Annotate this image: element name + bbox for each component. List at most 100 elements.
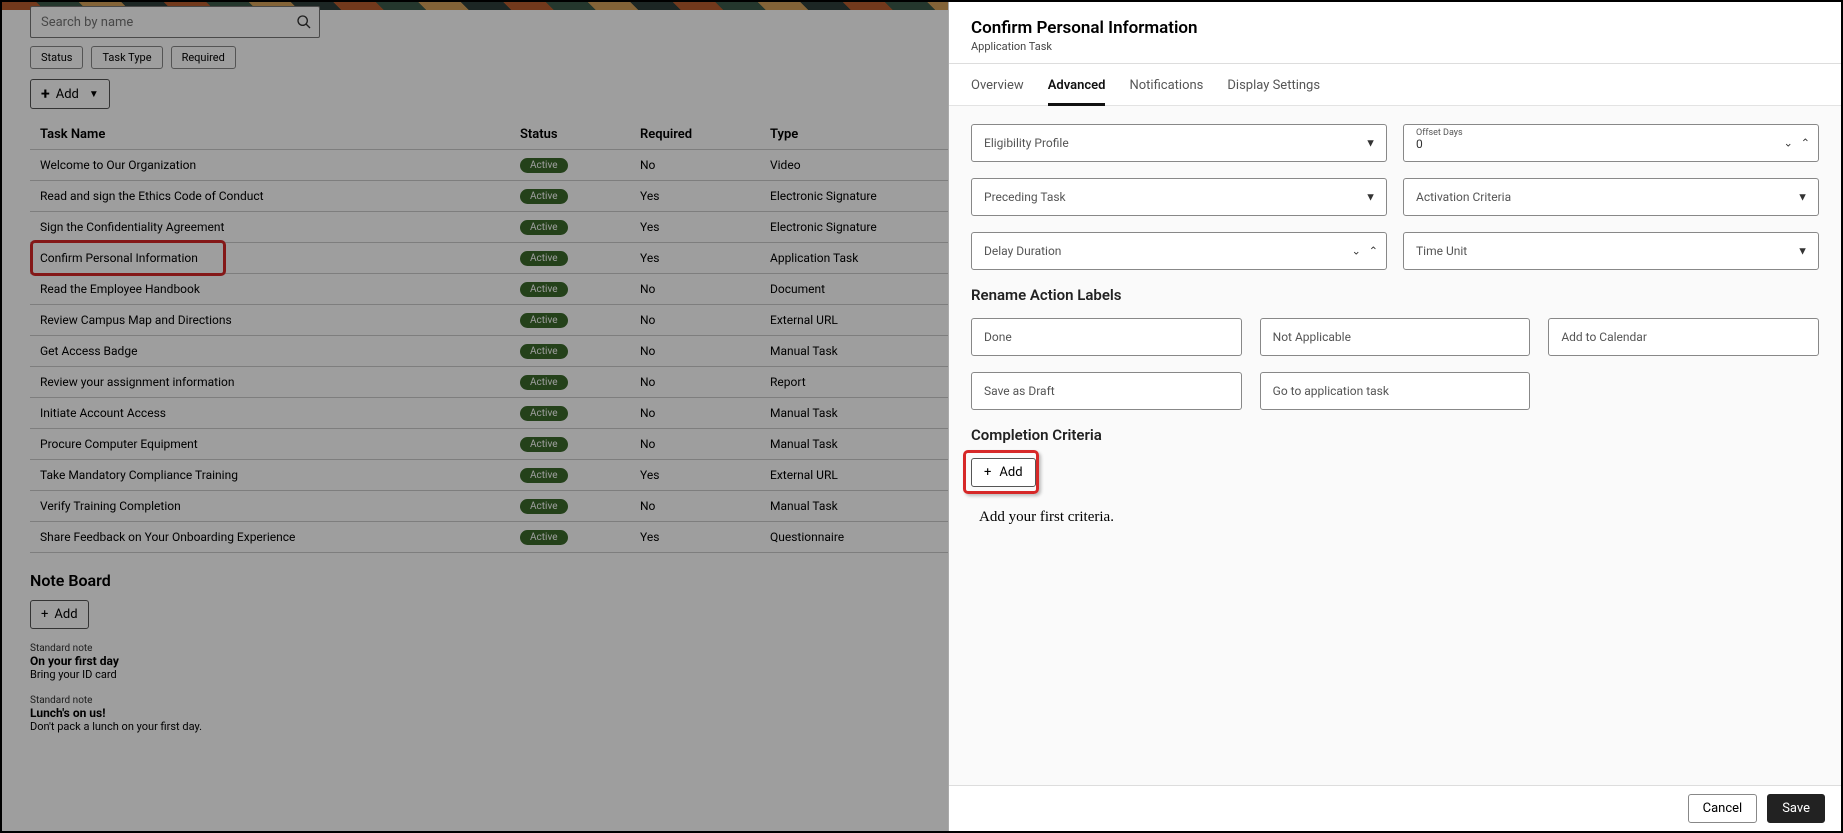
cell-status: Active (510, 498, 630, 514)
cell-status: Active (510, 436, 630, 452)
save-button[interactable]: Save (1767, 794, 1825, 823)
add-criteria-button[interactable]: + Add (971, 458, 1036, 487)
add-label: Add (56, 87, 79, 102)
note-item[interactable]: Standard noteLunch's on us!Don't pack a … (30, 695, 952, 733)
cell-name: Take Mandatory Compliance Training (30, 468, 510, 482)
search-icon[interactable] (296, 14, 312, 30)
delay-duration-input[interactable]: Delay Duration ⌄ ⌃ (971, 232, 1387, 270)
col-required: Required (630, 127, 760, 142)
cell-name: Share Feedback on Your Onboarding Experi… (30, 530, 510, 544)
rename-add-calendar-input[interactable]: Add to Calendar (1548, 318, 1819, 356)
status-badge: Active (520, 437, 568, 452)
note-board: Note Board + Add Standard noteOn your fi… (30, 571, 952, 733)
cell-type: Report (760, 375, 940, 389)
cell-required: No (630, 158, 760, 172)
tab-notifications[interactable]: Notifications (1129, 78, 1203, 105)
cell-status: Active (510, 157, 630, 173)
filter-required[interactable]: Required (171, 46, 236, 69)
cell-required: No (630, 375, 760, 389)
panel-title: Confirm Personal Information (971, 18, 1819, 38)
cancel-button[interactable]: Cancel (1688, 794, 1758, 823)
rename-goto-input[interactable]: Go to application task (1260, 372, 1531, 410)
chevron-down-icon: ▼ (89, 89, 99, 100)
cell-status: Active (510, 188, 630, 204)
cell-status: Active (510, 343, 630, 359)
offset-days-input[interactable]: Offset Days 0 ⌄ ⌃ (1403, 124, 1819, 162)
activation-criteria-select[interactable]: Activation Criteria ▼ (1403, 178, 1819, 216)
status-badge: Active (520, 375, 568, 390)
status-badge: Active (520, 251, 568, 266)
cell-name: Welcome to Our Organization (30, 158, 510, 172)
chevron-down-icon[interactable]: ⌄ (1784, 137, 1793, 150)
add-criteria-label: Add (999, 465, 1022, 480)
tab-advanced[interactable]: Advanced (1048, 78, 1106, 106)
cell-name: Confirm Personal Information (30, 251, 510, 265)
rename-draft-input[interactable]: Save as Draft (971, 372, 1242, 410)
cell-required: Yes (630, 530, 760, 544)
table-row[interactable]: Read and sign the Ethics Code of Conduct… (30, 181, 952, 212)
status-badge: Active (520, 158, 568, 173)
col-task-name: Task Name (30, 127, 510, 142)
cell-status: Active (510, 529, 630, 545)
status-badge: Active (520, 282, 568, 297)
eligibility-profile-select[interactable]: Eligibility Profile ▼ (971, 124, 1387, 162)
panel-footer: Cancel Save (949, 785, 1841, 831)
panel-subtitle: Application Task (971, 40, 1819, 53)
rename-done-input[interactable]: Done (971, 318, 1242, 356)
add-note-button[interactable]: + Add (30, 600, 89, 629)
table-row[interactable]: Initiate Account Access Active NoManual Ta… (30, 398, 952, 429)
time-unit-select[interactable]: Time Unit ▼ (1403, 232, 1819, 270)
cell-type: Video (760, 158, 940, 172)
chevron-down-icon[interactable]: ⌄ (1352, 245, 1361, 258)
tab-overview[interactable]: Overview (971, 78, 1024, 105)
tab-display-settings[interactable]: Display Settings (1227, 78, 1320, 105)
table-row[interactable]: Sign the Confidentiality AgreementActive… (30, 212, 952, 243)
preceding-task-select[interactable]: Preceding Task ▼ (971, 178, 1387, 216)
chevron-down-icon: ▼ (1365, 191, 1376, 204)
filter-task-type[interactable]: Task Type (91, 46, 162, 69)
main-content: Status Task Type Required + Add ▼ Task N… (2, 2, 952, 831)
panel-tabs: Overview Advanced Notifications Display … (949, 64, 1841, 106)
cell-status: Active (510, 250, 630, 266)
table-row[interactable]: Share Feedback on Your Onboarding Experi… (30, 522, 952, 553)
status-badge: Active (520, 530, 568, 545)
chevron-up-icon[interactable]: ⌃ (1369, 245, 1378, 258)
panel-body: Eligibility Profile ▼ Offset Days 0 ⌄ ⌃ … (949, 106, 1841, 785)
cell-name: Sign the Confidentiality Agreement (30, 220, 510, 234)
status-badge: Active (520, 406, 568, 421)
cell-name: Read the Employee Handbook (30, 282, 510, 296)
note-desc: Don't pack a lunch on your first day. (30, 720, 952, 733)
chevron-down-icon: ▼ (1797, 245, 1808, 258)
table-row[interactable]: Take Mandatory Compliance TrainingActive… (30, 460, 952, 491)
table-row[interactable]: Read the Employee Handbook Active NoDocume… (30, 274, 952, 305)
cell-type: Document (760, 282, 940, 296)
cell-type: Electronic Signature (760, 189, 940, 203)
table-row[interactable]: Review Campus Map and DirectionsActiveNo… (30, 305, 952, 336)
cell-name: Initiate Account Access (30, 406, 510, 420)
cell-required: Yes (630, 189, 760, 203)
task-table: Task Name Status Required Type Welcome t… (30, 119, 952, 553)
col-status: Status (510, 127, 630, 142)
table-row[interactable]: Procure Computer EquipmentActiveNoManual… (30, 429, 952, 460)
cell-required: No (630, 406, 760, 420)
table-row[interactable]: Confirm Personal InformationActiveYesApp… (30, 243, 952, 274)
rename-na-input[interactable]: Not Applicable (1260, 318, 1531, 356)
cell-status: Active (510, 374, 630, 390)
cell-type: External URL (760, 468, 940, 482)
search-input[interactable] (30, 6, 320, 38)
col-type: Type (760, 127, 940, 142)
note-item[interactable]: Standard noteOn your first dayBring your… (30, 643, 952, 681)
add-note-label: Add (54, 607, 77, 622)
note-title: Lunch's on us! (30, 706, 952, 720)
filter-status[interactable]: Status (30, 46, 83, 69)
add-task-button[interactable]: + Add ▼ (30, 79, 110, 109)
chevron-up-icon[interactable]: ⌃ (1801, 137, 1810, 150)
table-row[interactable]: Get Access BadgeActiveNoManual Task (30, 336, 952, 367)
cell-required: No (630, 282, 760, 296)
status-badge: Active (520, 189, 568, 204)
cell-type: Manual Task (760, 406, 940, 420)
table-row[interactable]: Verify Training CompletionActiveNoManual… (30, 491, 952, 522)
table-row[interactable]: Review your assignment informationActive… (30, 367, 952, 398)
table-row[interactable]: Welcome to Our Organization Active NoVideo (30, 150, 952, 181)
chevron-down-icon: ▼ (1797, 191, 1808, 204)
